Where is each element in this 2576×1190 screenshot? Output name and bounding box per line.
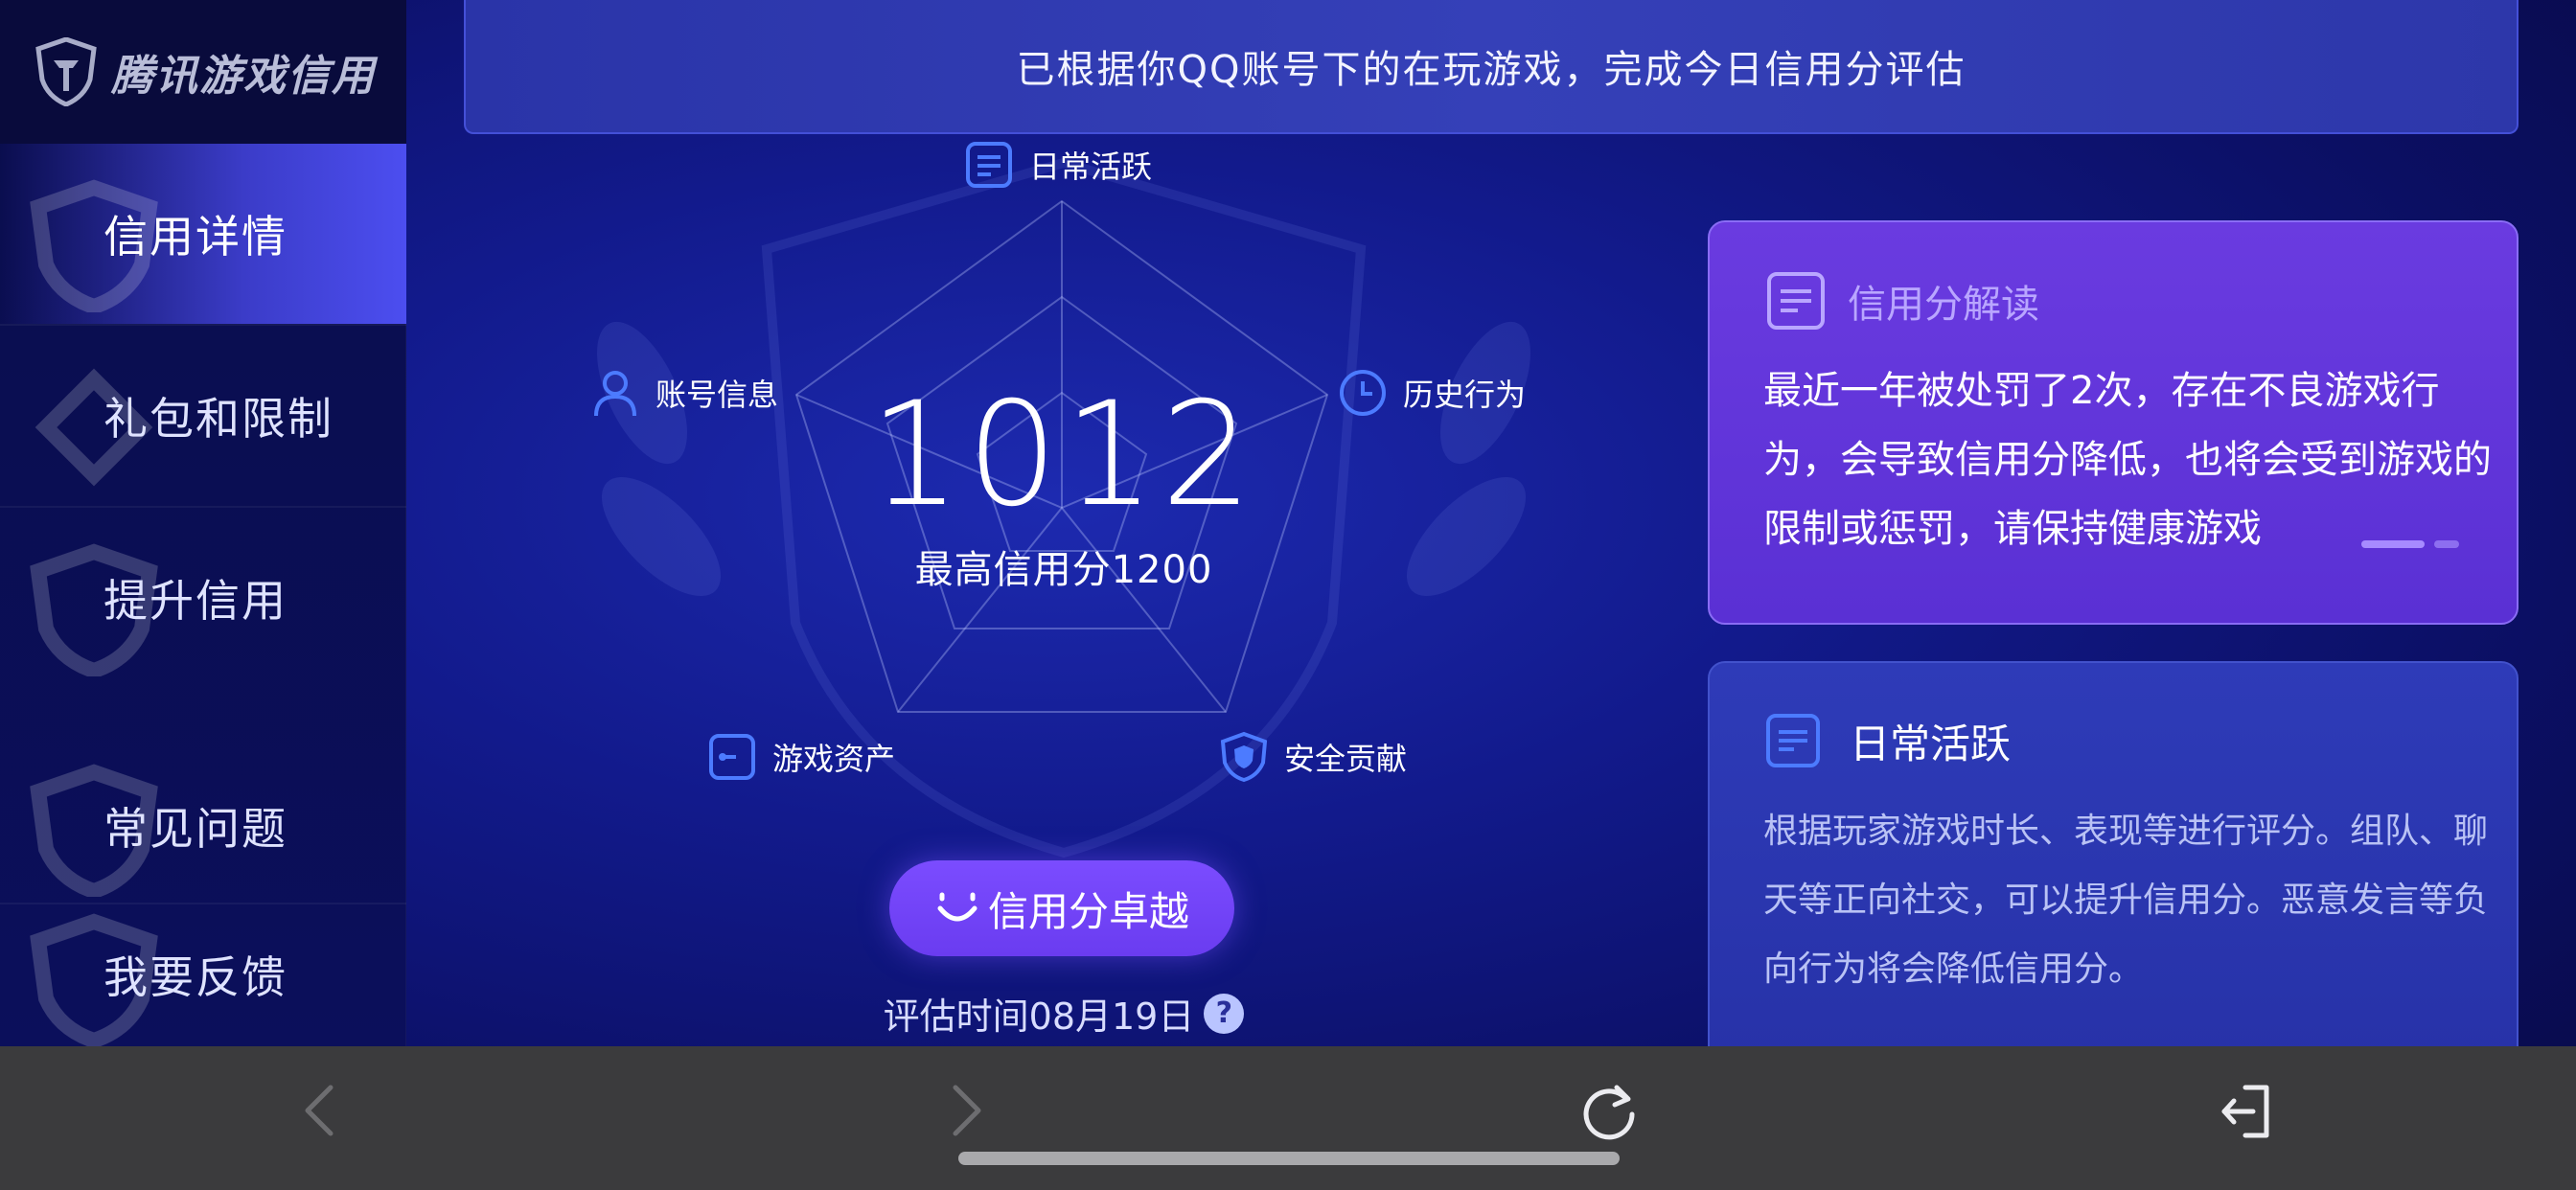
axis-label-text: 历史行为 [1403,377,1527,413]
sidebar-item-gifts-limits[interactable]: 礼包和限制 [0,326,406,506]
axis-label-text: 账号信息 [656,377,779,413]
sidebar: 腾讯游戏信用 信用详情 礼包和限制 提升信用 常见问题 我要反馈 [0,0,406,1046]
home-indicator[interactable] [958,1152,1620,1165]
shield-icon [1220,731,1268,783]
document-icon [1767,272,1825,330]
card-title: 信用分解读 [1848,283,2039,327]
refresh-button[interactable] [1566,1067,1652,1154]
document-icon [1766,714,1820,767]
document-icon [966,142,1012,188]
sidebar-item-label: 礼包和限制 [104,393,334,445]
radar-axis-game-assets: 游戏资产 [705,730,895,784]
logo-shield-icon [35,37,97,106]
logo: 腾讯游戏信用 [0,0,406,144]
credit-level-button[interactable]: 信用分卓越 [889,860,1234,956]
back-button[interactable] [280,1067,366,1154]
evaluation-time-text: 评估时间08月19日 [883,995,1195,1038]
card-body: 最近一年被处罚了2次，存在不良游戏行为，会导致信用分降低，也将会受到游戏的限制或… [1763,369,2492,551]
radar-axis-daily-activity: 日常活跃 [962,138,1152,192]
refresh-icon [1583,1085,1635,1140]
max-credit-score: 最高信用分1200 [914,548,1213,592]
credit-level-label: 信用分卓越 [987,887,1189,935]
credit-interpretation-card: 信用分解读 最近一年被处罚了2次，存在不良游戏行为，会导致信用分降低，也将会受到… [1708,220,2518,625]
sidebar-item-label: 常见问题 [104,803,288,855]
user-icon [594,371,636,417]
exit-button[interactable] [2204,1067,2290,1154]
help-icon[interactable]: ? [1204,993,1245,1034]
sidebar-item-credit-details[interactable]: 信用详情 [0,144,406,324]
back-icon [305,1085,334,1136]
axis-label-text: 日常活跃 [1029,149,1153,185]
radar-axis-account-info: 账号信息 [588,366,778,420]
wallet-icon [709,734,755,780]
smile-icon [937,892,978,922]
credit-score-value: 1012 [869,372,1258,538]
card-header: 信用分解读 [1763,268,2039,333]
sidebar-item-faq[interactable]: 常见问题 [0,749,406,903]
pagination-dot[interactable] [2434,540,2459,548]
forward-icon [953,1085,981,1136]
pagination-dots [2361,540,2469,548]
exit-icon [2221,1085,2269,1138]
browser-toolbar [0,1046,2576,1190]
axis-label-text: 游戏资产 [772,741,896,777]
evaluation-time: 评估时间08月19日 ? [843,987,1284,1040]
radar-axis-security: 安全贡献 [1217,730,1407,784]
sidebar-item-label: 我要反馈 [104,951,288,1003]
logo-text: 腾讯游戏信用 [111,52,376,101]
app-root: 腾讯游戏信用 信用详情 礼包和限制 提升信用 常见问题 我要反馈 已根据你QQ账… [0,0,2576,1190]
card-body: 根据玩家游戏时长、表现等进行评分。组队、聊天等正向社交，可以提升信用分。恶意发言… [1763,812,2489,989]
sidebar-item-feedback[interactable]: 我要反馈 [0,904,406,1046]
radar-axis-history: 历史行为 [1336,366,1526,420]
card-title: 日常活跃 [1850,720,2012,767]
pagination-dot-active[interactable] [2361,540,2425,548]
sidebar-item-label: 信用详情 [104,211,288,263]
sidebar-item-improve-credit[interactable]: 提升信用 [0,508,406,688]
sidebar-item-label: 提升信用 [104,575,288,627]
clock-icon [1340,370,1386,416]
card-header: 日常活跃 [1763,711,2011,770]
daily-activity-card: 日常活跃 根据玩家游戏时长、表现等进行评分。组队、聊天等正向社交，可以提升信用分… [1708,661,2518,1064]
assessment-banner: 已根据你QQ账号下的在玩游戏，完成今日信用分评估 [464,0,2518,134]
axis-label-text: 安全贡献 [1284,741,1408,777]
forward-button[interactable] [920,1067,1006,1154]
